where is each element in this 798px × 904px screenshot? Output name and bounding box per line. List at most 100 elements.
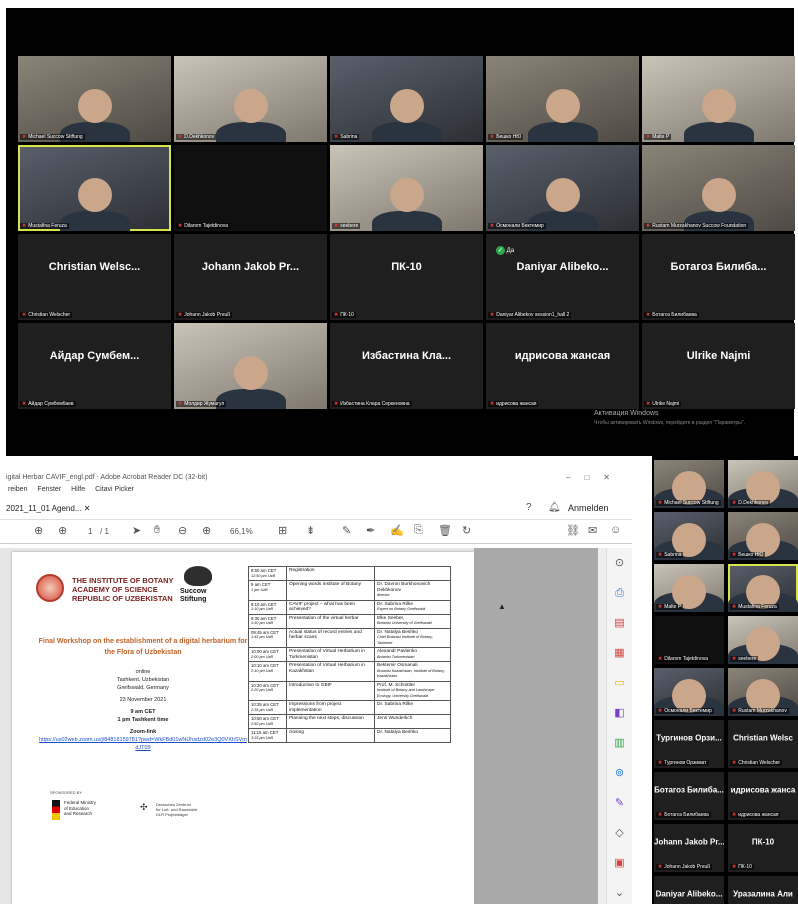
stamp-icon[interactable]: ⎘ xyxy=(414,524,423,537)
sign-icon[interactable]: ✍ xyxy=(390,524,404,537)
participant-name-label: ✖ Тургинов Орзимат xyxy=(656,760,709,766)
agenda-session: Impressions from project implementation xyxy=(286,700,375,715)
rotate-icon[interactable]: ↻ xyxy=(462,524,471,537)
help-icon[interactable]: ? xyxy=(526,502,532,513)
top-participant-tile[interactable]: ✖ Dilarom Tajetdinova xyxy=(174,145,327,231)
participant-display-name: Christian Welsc xyxy=(733,733,793,743)
zoom-in-icon[interactable]: ⊕ xyxy=(202,524,211,537)
mic-muted-icon: ✖ xyxy=(658,812,663,818)
close-tab-icon[interactable]: ✕ xyxy=(84,504,91,513)
prev-page-icon[interactable]: ⊕ xyxy=(34,524,43,537)
side-participant-tile[interactable]: Johann Jakob Pr... ✖ Johann Jakob Preuß xyxy=(654,824,724,872)
delete-icon[interactable]: 🗑︎ xyxy=(438,524,452,537)
window-controls[interactable]: –□✕ xyxy=(566,473,624,482)
vertical-scrollbar[interactable] xyxy=(598,548,606,904)
top-participant-tile[interactable]: Ботагоз Билиба... ✖ Ботагоз Билибаева xyxy=(642,234,795,320)
side-participant-tile[interactable]: идрисова жанса ✖ идрисова жансая xyxy=(728,772,798,820)
participant-display-name: Johann Jakob Pr... xyxy=(201,260,300,273)
side-participant-tile[interactable]: ✖ Michael Succow Stiftung xyxy=(654,460,724,508)
participant-label-text: Rustam Murzakhanov xyxy=(738,708,787,714)
side-participant-tile[interactable]: Уразалина Али xyxy=(728,876,798,904)
zoom-level-select[interactable]: 66,1% xyxy=(230,527,253,536)
participant-face xyxy=(77,177,112,212)
comment-pane-icon[interactable]: ▭ xyxy=(607,668,632,698)
top-participant-tile[interactable]: Christian Welsc... ✖ Christian Welscher xyxy=(18,234,171,320)
side-participant-tile[interactable]: Ботагоз Билиба... ✖ Ботагоз Билибаева xyxy=(654,772,724,820)
comment-icon[interactable]: ✎ xyxy=(342,524,351,537)
mic-muted-icon: ✖ xyxy=(732,656,737,662)
compress-icon[interactable]: ⊚ xyxy=(607,758,632,788)
side-participant-tile[interactable]: Christian Welsc ✖ Christian Welscher xyxy=(728,720,798,768)
agenda-row: 09:45 am CET 1:45 pm UzB Actual status of … xyxy=(248,627,451,648)
side-participant-tile[interactable]: ПК-10 ✖ ПК-10 xyxy=(728,824,798,872)
menu-item-window[interactable]: Fenster xyxy=(37,486,61,493)
participant-display-name: Айдар Сумбем... xyxy=(49,349,140,362)
side-participant-tile[interactable]: ✖ Rustam Murzakhanov xyxy=(728,668,798,716)
account-icon[interactable]: ☺ xyxy=(610,524,621,536)
top-participant-tile[interactable]: ✖ Sabrina xyxy=(330,56,483,142)
side-participant-tile[interactable]: Тургинов Орзи... ✖ Тургинов Орзимат xyxy=(654,720,724,768)
top-participant-tile[interactable]: ✖ Michael Succow Stiftung xyxy=(18,56,171,142)
sign-in-button[interactable]: Anmelden xyxy=(568,503,609,513)
menu-item-help[interactable]: Hilfe xyxy=(71,486,85,493)
fit-page-icon[interactable]: ⊞ xyxy=(278,524,287,537)
side-participant-tile[interactable]: ✖ Бешко НЮ xyxy=(728,512,798,560)
top-participant-tile[interactable]: ✖ Бешко НЮ xyxy=(486,56,639,142)
top-participant-tile[interactable]: ✖ Mustafina Feruza xyxy=(18,145,171,231)
fill-sign-icon[interactable]: ✎ xyxy=(607,788,632,818)
side-participant-tile[interactable]: Daniyar Alibeko... xyxy=(654,876,724,904)
export-pdf-icon[interactable]: ⎙ xyxy=(607,578,632,608)
more-tools-icon[interactable]: ⌄ xyxy=(607,878,632,904)
top-participant-tile[interactable]: ✖ Осмонали Бектемир xyxy=(486,145,639,231)
top-participant-tile[interactable]: Johann Jakob Pr... ✖ Johann Jakob Preuß xyxy=(174,234,327,320)
side-participant-tile[interactable]: ✖ Mustafina Feruza xyxy=(728,564,798,612)
top-participant-tile[interactable]: ✖ Malte P xyxy=(642,56,795,142)
next-page-icon[interactable]: ⊕ xyxy=(58,524,67,537)
mic-muted-icon: ✖ xyxy=(732,500,737,506)
top-participant-tile[interactable]: ✖ seebere xyxy=(330,145,483,231)
side-participant-tile[interactable]: ✖ Dilarom Tajetdinova xyxy=(654,616,724,664)
zoom-link[interactable]: https://us02web.zoom.us/j/84818159781?pw… xyxy=(38,736,248,752)
participant-label-text: seebere xyxy=(738,656,757,662)
side-participant-tile[interactable]: ✖ Malte P xyxy=(654,564,724,612)
cursor-tool-icon[interactable]: ➤ xyxy=(132,524,141,537)
top-participant-tile[interactable]: идрисова жансая ✖ идрисова жансая xyxy=(486,323,639,409)
menu-item-citavi[interactable]: Citavi Picker xyxy=(95,486,134,493)
bell-icon[interactable]: 🔔︎ xyxy=(548,502,561,513)
pen-icon[interactable]: ✒ xyxy=(366,524,375,537)
side-participant-tile[interactable]: ✖ seebere xyxy=(728,616,798,664)
search-icon[interactable]: ⊙ xyxy=(607,548,632,578)
participant-body xyxy=(371,122,442,142)
combine-files-icon[interactable]: ◧ xyxy=(607,698,632,728)
zoom-out-icon[interactable]: ⊖ xyxy=(178,524,187,537)
protect-icon[interactable]: ◇ xyxy=(607,818,632,848)
top-participant-tile[interactable]: Ulrike Najmi ✖ Ulrike Najmi xyxy=(642,323,795,409)
agenda-presenter: Prof. M. Schnittler Institute of Botany a… xyxy=(374,680,451,701)
organize-pages-icon[interactable]: ▥ xyxy=(607,728,632,758)
side-participant-tile[interactable]: ✖ Осмонали Бектемир xyxy=(654,668,724,716)
workshop-title: Final Workshop on the establishment of a… xyxy=(38,638,248,656)
agenda-row: 10:50 am CET 2:50 pm UzB Planning the next… xyxy=(248,714,451,729)
create-pdf-icon[interactable]: ▤ xyxy=(607,608,632,638)
top-participant-tile[interactable]: ПК-10 ✖ ПК-10 xyxy=(330,234,483,320)
scroll-mode-icon[interactable]: ⇟ xyxy=(306,524,315,537)
document-tab[interactable]: 2021_11_01 Agend... ✕ xyxy=(6,504,90,513)
agenda-time: 09:45 am CET 1:45 pm UzB xyxy=(248,627,287,648)
side-participant-tile[interactable]: ✖ D.Dekhkonov xyxy=(728,460,798,508)
page-number-input[interactable]: 1 xyxy=(88,527,92,536)
top-participant-tile[interactable]: ✖ Молдир Жумагул xyxy=(174,323,327,409)
menu-item-edit[interactable]: reiben xyxy=(8,486,27,493)
top-participant-tile[interactable]: Избастина Кла... ✖ Избастина Клара Серкено… xyxy=(330,323,483,409)
hand-tool-icon[interactable]: ✋︎ xyxy=(154,524,160,537)
side-participant-tile[interactable]: ✖ Sabrina xyxy=(654,512,724,560)
mail-icon[interactable]: ✉ xyxy=(588,524,597,537)
send-icon[interactable]: ▣ xyxy=(607,848,632,878)
participant-name-label: ✖ Christian Welscher xyxy=(20,312,73,318)
agenda-presenter: Dr. Sabrina Rilke Expert on Botany Greifs… xyxy=(374,599,451,615)
participant-name-label: ✖ seebere xyxy=(332,223,361,229)
top-participant-tile[interactable]: ✖ Rustam Murzakhanov Succow Foundation xyxy=(642,145,795,231)
top-participant-tile[interactable]: Айдар Сумбем... ✖ Айдар Сумбембаев xyxy=(18,323,171,409)
top-participant-tile[interactable]: ✖ D.Dekhkonov xyxy=(174,56,327,142)
edit-pdf-icon[interactable]: ▦ xyxy=(607,638,632,668)
link-icon[interactable]: ⛓︎ xyxy=(566,524,580,537)
